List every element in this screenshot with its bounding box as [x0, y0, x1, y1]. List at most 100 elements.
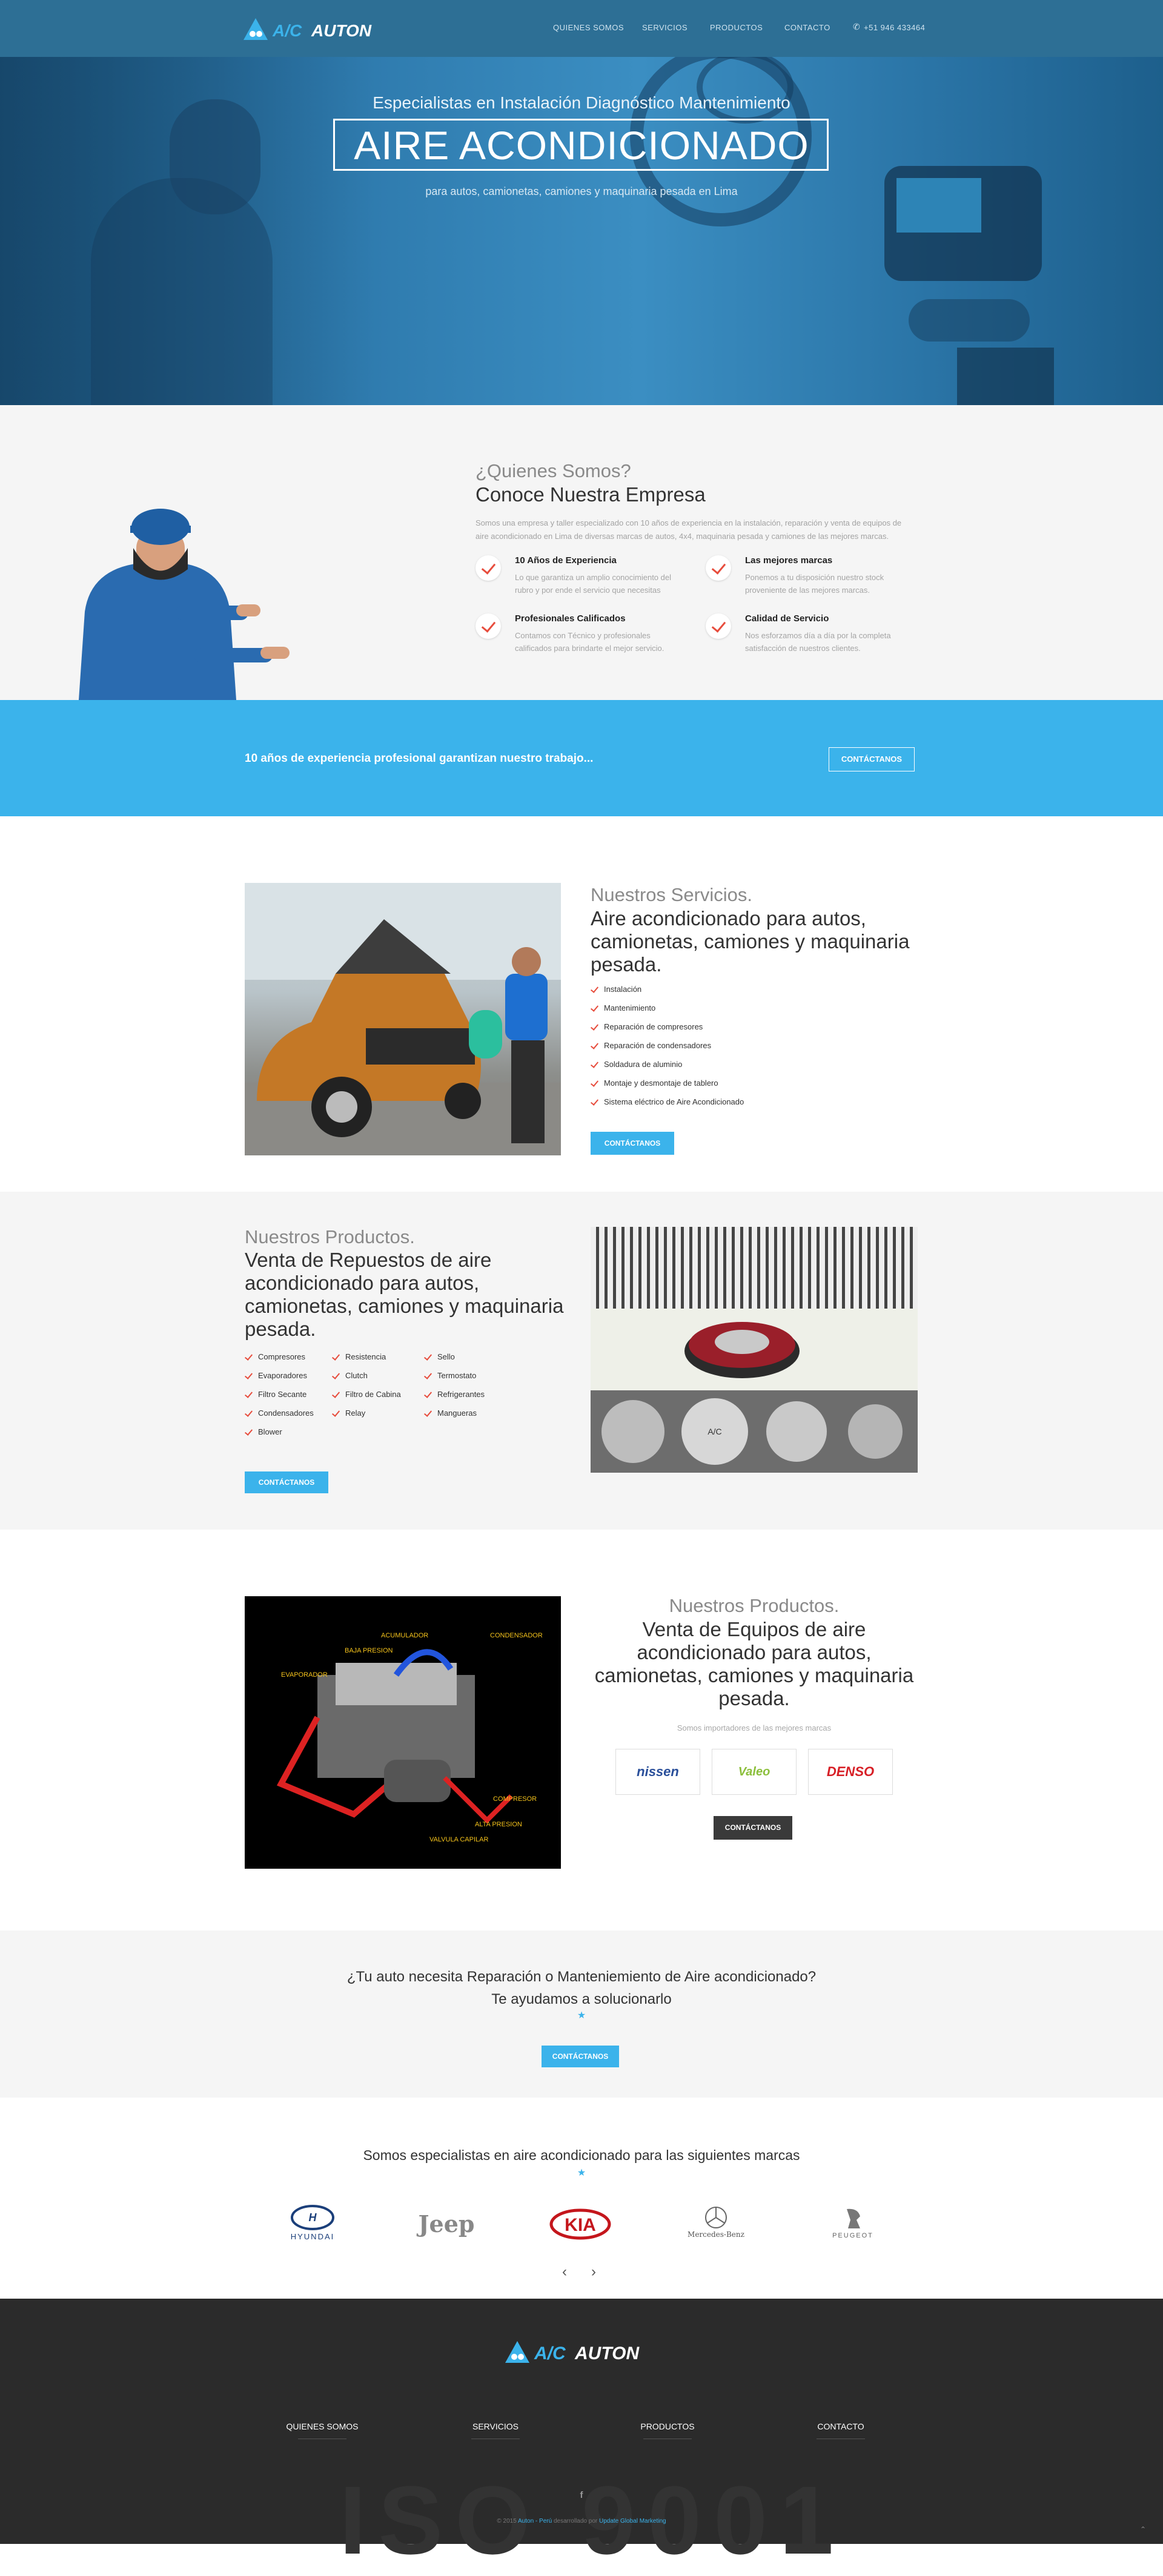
list-item: Termostato	[424, 1371, 485, 1390]
brands-title: Somos especialistas en aire acondicionad…	[363, 2147, 800, 2163]
services-pretitle: Nuestros Servicios.	[591, 884, 753, 905]
star-icon: ★	[577, 2168, 586, 2178]
brand-nissen-logo: nissen	[615, 1749, 700, 1795]
nav-phone[interactable]: +51 946 433464	[864, 23, 925, 32]
list-item: Refrigerantes	[424, 1390, 485, 1409]
facebook-icon[interactable]: f	[577, 2490, 586, 2500]
list-item: Mangueras	[424, 1409, 485, 1427]
list-item: Sistema eléctrico de Aire Acondicionado	[591, 1097, 744, 1116]
experience-banner-text: 10 años de experiencia profesional garan…	[245, 752, 594, 765]
mechanic-image	[73, 466, 291, 700]
svg-text:A/C: A/C	[534, 2343, 566, 2363]
vent-shape	[909, 299, 1030, 342]
nav-servicios[interactable]: SERVICIOS	[642, 23, 688, 32]
feature-desc: Ponemos a tu disposición nuestro stock p…	[745, 573, 884, 595]
svg-text:AUTON: AUTON	[311, 21, 372, 40]
about-description: Somos una empresa y taller especializado…	[475, 518, 902, 541]
brand-denso-logo: DENSO	[808, 1749, 893, 1795]
whatsapp-icon: ✆	[853, 22, 860, 31]
site-logo[interactable]: A/C AUTON	[244, 16, 395, 42]
products-pretitle: Nuestros Productos.	[245, 1226, 415, 1247]
services-image	[245, 883, 561, 1155]
contact-button[interactable]: CONTÁCTANOS	[829, 747, 915, 771]
about-pretitle: ¿Quienes Somos?	[475, 460, 631, 481]
svg-text:A/C: A/C	[272, 21, 302, 40]
list-item: Resistencia	[332, 1352, 401, 1371]
list-item: Filtro de Cabina	[332, 1390, 401, 1409]
kia-label: KIA	[565, 2215, 596, 2235]
footer-link-contacto[interactable]: CONTACTO	[780, 2422, 901, 2431]
nav-quienes-somos[interactable]: QUIENES SOMOS	[553, 23, 624, 32]
brand-valeo-logo: Valeo	[712, 1749, 797, 1795]
diagram-label: VALVULA CAPILAR	[429, 1836, 488, 1843]
copyright-developer[interactable]: Update Global Marketing	[599, 2518, 666, 2525]
diagram-label: ACUMULADOR	[381, 1632, 428, 1639]
equipment-title: Venta de Equipos de aire acondicionado p…	[594, 1618, 914, 1709]
diagram-label: ALTA PRESION	[475, 1821, 522, 1828]
nav-contacto[interactable]: CONTACTO	[784, 23, 830, 32]
diagram-label: CONDENSADOR	[490, 1632, 543, 1639]
list-item: Montaje y desmontaje de tablero	[591, 1078, 744, 1097]
about-title: Conoce Nuestra Empresa	[475, 483, 706, 506]
copyright-year: © 2015	[497, 2518, 517, 2525]
list-item: Compresores	[245, 1352, 314, 1371]
svg-text:AUTON: AUTON	[574, 2343, 640, 2363]
products-title: Venta de Repuestos de aire acondicionado…	[245, 1249, 564, 1340]
services-list: Instalación Mantenimiento Reparación de …	[591, 985, 744, 1116]
list-item: Filtro Secante	[245, 1390, 314, 1409]
star-icon: ★	[577, 2010, 586, 2021]
parts-list-col3: Sello Termostato Refrigerantes Mangueras	[424, 1352, 485, 1427]
parts-images: A/C	[591, 1227, 918, 1473]
footer-logo[interactable]: A/C AUTON	[505, 2337, 658, 2366]
feature-title: Profesionales Calificados	[515, 613, 626, 624]
footer-link-quienes-somos[interactable]: QUIENES SOMOS	[262, 2422, 383, 2431]
nav-productos[interactable]: PRODUCTOS	[710, 23, 763, 32]
carousel-prev-icon[interactable]: ‹	[562, 2264, 567, 2280]
services-title: Aire acondicionado para autos, camioneta…	[591, 907, 910, 976]
copyright-brand[interactable]: Auton - Perú	[518, 2518, 552, 2525]
feature-desc: Contamos con Técnico y profesionales cal…	[515, 631, 664, 653]
gearshift-shape	[957, 348, 1054, 405]
feature-desc: Lo que garantiza un amplio conocimiento …	[515, 573, 672, 595]
hero-subtitle: para autos, camionetas, camiones y maqui…	[425, 185, 738, 197]
top-navbar: A/C AUTON QUIENES SOMOS SERVICIOS PRODUC…	[0, 0, 1163, 57]
check-icon	[706, 613, 731, 639]
mercedes-label: Mercedes-Benz	[688, 2230, 744, 2239]
feature-title: 10 Años de Experiencia	[515, 555, 617, 566]
scroll-top-icon[interactable]: ⌃	[1140, 2525, 1146, 2534]
diagram-label: BAJA PRESION	[345, 1647, 393, 1654]
footer-copyright: © 2015 Auton - Perú desarrollado por Upd…	[0, 2518, 1163, 2525]
carousel-next-icon[interactable]: ›	[591, 2264, 596, 2280]
hyundai-label: HYUNDAI	[290, 2232, 335, 2241]
footer-link-servicios[interactable]: SERVICIOS	[435, 2422, 556, 2431]
hero-pretitle: Especialistas en Instalación Diagnóstico…	[373, 93, 790, 112]
list-item: Clutch	[332, 1371, 401, 1390]
products-parts-section	[0, 1192, 1163, 1530]
equipment-contact-button[interactable]: CONTÁCTANOS	[714, 1816, 792, 1840]
diagram-label: COMPRESOR	[493, 1795, 537, 1803]
list-item: Soldadura de aluminio	[591, 1060, 744, 1078]
products-contact-button[interactable]: CONTÁCTANOS	[245, 1471, 328, 1493]
repair-cta-text: ¿Tu auto necesita Reparación o Manteniem…	[346, 1969, 817, 2007]
hero-person-body	[91, 178, 273, 405]
list-item: Reparación de compresores	[591, 1022, 744, 1041]
services-contact-button[interactable]: CONTÁCTANOS	[591, 1132, 674, 1155]
equipment-pretitle: Nuestros Productos.	[669, 1595, 840, 1616]
equipment-subtitle: Somos importadores de las mejores marcas	[677, 1723, 832, 1732]
ac-system-diagram: ACUMULADOR CONDENSADOR BAJA PRESION EVAP…	[245, 1596, 561, 1869]
list-item: Evaporadores	[245, 1371, 314, 1390]
list-item: Blower	[245, 1427, 314, 1446]
kia-logo: KIA	[538, 2204, 623, 2244]
list-item: Instalación	[591, 985, 744, 1003]
jeep-logo: Jeep	[418, 2210, 475, 2237]
check-icon	[706, 555, 731, 581]
list-item: Sello	[424, 1352, 485, 1371]
feature-title: Calidad de Servicio	[745, 613, 829, 624]
feature-title: Las mejores marcas	[745, 555, 833, 566]
parts-list-col2: Resistencia Clutch Filtro de Cabina Rela…	[332, 1352, 401, 1427]
list-item: Mantenimiento	[591, 1003, 744, 1022]
footer-link-productos[interactable]: PRODUCTOS	[607, 2422, 728, 2431]
list-item: Relay	[332, 1409, 401, 1427]
feature-desc: Nos esforzamos día a día por la completa…	[745, 631, 891, 653]
repair-contact-button[interactable]: CONTÁCTANOS	[542, 2046, 619, 2067]
